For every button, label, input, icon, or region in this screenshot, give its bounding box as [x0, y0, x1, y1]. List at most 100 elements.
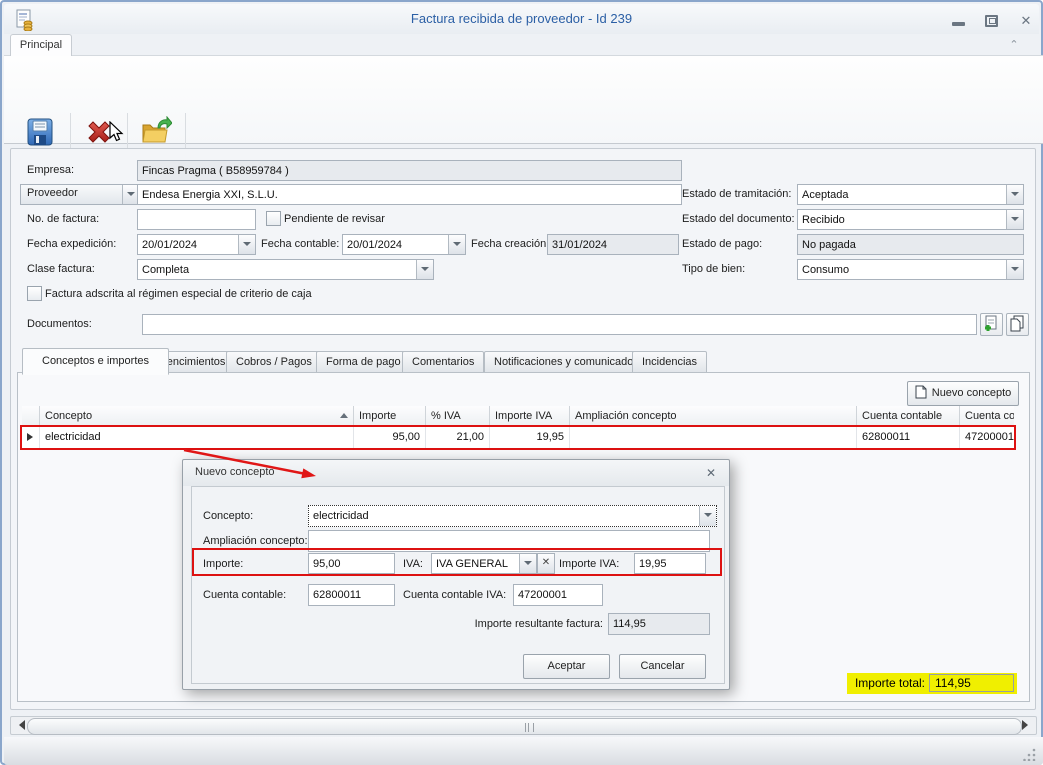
- regimen-caja-checkbox[interactable]: [27, 286, 42, 301]
- fecha-contable-label: Fecha contable:: [261, 238, 339, 250]
- clase-factura-field[interactable]: [137, 259, 434, 280]
- window-title: Factura recibida de proveedor - Id 239: [4, 4, 1039, 34]
- status-bar: [4, 737, 1043, 765]
- dlg-cuenta-field[interactable]: [308, 584, 395, 606]
- dlg-ampliacion-field[interactable]: [308, 530, 710, 552]
- estado-pago-label: Estado de pago:: [682, 238, 762, 250]
- grid-header-importe[interactable]: Importe: [354, 406, 426, 427]
- nuevo-concepto-dialog: Nuevo concepto ✕ Concepto: Ampliación co…: [182, 459, 730, 690]
- dialog-close-icon[interactable]: ✕: [703, 465, 719, 481]
- cell-cuenta-contable-iva[interactable]: 47200001: [960, 427, 1014, 448]
- no-factura-label: No. de factura:: [27, 213, 99, 225]
- close-window-icon[interactable]: ✕: [1017, 12, 1035, 30]
- cell-importe[interactable]: 95,00: [354, 427, 426, 448]
- tipo-bien-label: Tipo de bien:: [682, 263, 745, 275]
- add-document-button[interactable]: [980, 313, 1003, 336]
- ribbon-tab-principal[interactable]: Principal: [10, 34, 72, 56]
- aceptar-button[interactable]: Aceptar: [523, 654, 610, 679]
- ribbon-toolbar: Guardar y cerrar Eliminar: [4, 55, 1043, 144]
- dlg-concepto-dropdown-icon[interactable]: [699, 506, 716, 526]
- importe-total-highlight: Importe total: 114,95: [847, 673, 1017, 694]
- dlg-concepto-label: Concepto:: [203, 510, 253, 522]
- dlg-cuenta-iva-field[interactable]: [513, 584, 603, 606]
- estado-pago-field: [797, 234, 1024, 255]
- clase-factura-dropdown-icon[interactable]: [416, 260, 433, 279]
- grid-header-importe-iva[interactable]: Importe IVA: [490, 406, 570, 427]
- grid-header-concepto[interactable]: Concepto: [40, 406, 354, 427]
- dlg-cuenta-label: Cuenta contable:: [203, 589, 286, 601]
- grid-header-cuenta-contable-iva[interactable]: Cuenta cor: [960, 406, 1014, 427]
- pendiente-label: Pendiente de revisar: [284, 213, 385, 225]
- dlg-iva-label: IVA:: [403, 558, 423, 570]
- sort-ascending-icon: [340, 413, 348, 418]
- fecha-expedicion-dropdown-icon[interactable]: [238, 235, 255, 254]
- estado-documento-label: Estado del documento:: [682, 213, 795, 225]
- title-bar: Factura recibida de proveedor - Id 239 ✕: [4, 4, 1039, 34]
- fecha-contable-dropdown-icon[interactable]: [448, 235, 465, 254]
- dlg-cuenta-iva-label: Cuenta contable IVA:: [403, 589, 506, 601]
- window-scrollbar-thumb[interactable]: [27, 718, 1022, 735]
- dlg-resultante-field: [608, 613, 710, 635]
- importe-total-label: Importe total:: [853, 673, 925, 693]
- empresa-field: [137, 160, 682, 181]
- dlg-importe-field[interactable]: [308, 553, 395, 574]
- estado-documento-dropdown-icon[interactable]: [1006, 210, 1023, 229]
- ribbon-collapse-icon[interactable]: ⌃: [1006, 38, 1022, 52]
- app-window: Factura recibida de proveedor - Id 239 ✕…: [0, 0, 1043, 765]
- cell-cuenta-contable[interactable]: 62800011: [857, 427, 960, 448]
- close-folder-icon: [140, 116, 172, 148]
- copy-document-button[interactable]: [1006, 313, 1029, 336]
- add-document-icon: [981, 314, 1000, 333]
- cell-ampliacion[interactable]: [570, 427, 857, 448]
- cell-iva-pct[interactable]: 21,00: [426, 427, 490, 448]
- grid-header-cuenta-contable[interactable]: Cuenta contable: [857, 406, 960, 427]
- dlg-iva-dropdown-icon[interactable]: [519, 554, 536, 573]
- minimize-icon[interactable]: [952, 22, 965, 26]
- grid-header-ampliacion[interactable]: Ampliación concepto: [570, 406, 857, 427]
- documentos-label: Documentos:: [27, 318, 92, 330]
- cell-concepto[interactable]: electricidad: [40, 427, 354, 448]
- tab-conceptos-e-importes[interactable]: Conceptos e importes: [22, 348, 169, 375]
- grid-header-row: Concepto Importe % IVA Importe IVA Ampli…: [22, 406, 1014, 427]
- dlg-iva-field[interactable]: [431, 553, 537, 574]
- no-factura-field[interactable]: [137, 209, 256, 230]
- fecha-expedicion-field[interactable]: [137, 234, 256, 255]
- empresa-label: Empresa:: [27, 164, 74, 176]
- window-scroll-left-icon[interactable]: [14, 720, 25, 730]
- estado-tramitacion-label: Estado de tramitación:: [682, 188, 791, 200]
- nuevo-concepto-button[interactable]: Nuevo concepto: [907, 381, 1019, 406]
- dlg-concepto-field[interactable]: [308, 505, 717, 527]
- maximize-icon[interactable]: [985, 15, 998, 27]
- cancelar-button[interactable]: Cancelar: [619, 654, 706, 679]
- estado-documento-field[interactable]: [797, 209, 1024, 230]
- estado-tramitacion-field[interactable]: [797, 184, 1024, 205]
- dlg-iva-clear-icon[interactable]: ✕: [537, 553, 555, 574]
- window-horizontal-scrollbar[interactable]: [10, 716, 1037, 735]
- estado-tramitacion-dropdown-icon[interactable]: [1006, 185, 1023, 204]
- proveedor-selector[interactable]: Proveedor: [20, 184, 140, 205]
- grid-data-row[interactable]: electricidad 95,00 21,00 19,95 62800011 …: [22, 427, 1014, 448]
- cell-importe-iva[interactable]: 19,95: [490, 427, 570, 448]
- regimen-caja-label: Factura adscrita al régimen especial de …: [45, 288, 312, 300]
- copy-documents-icon: [1007, 314, 1026, 333]
- documentos-field[interactable]: [142, 314, 977, 335]
- tipo-bien-field[interactable]: [797, 259, 1024, 280]
- dlg-importe-iva-label: Importe IVA:: [559, 558, 619, 570]
- fecha-creacion-label: Fecha creación:: [471, 238, 549, 250]
- fecha-contable-field[interactable]: [342, 234, 466, 255]
- grid-header-indicator: [22, 406, 40, 427]
- window-scroll-right-icon[interactable]: [1022, 720, 1033, 730]
- dlg-importe-label: Importe:: [203, 558, 243, 570]
- dlg-importe-iva-field[interactable]: [634, 553, 706, 574]
- row-indicator-icon: [22, 427, 40, 448]
- invoice-app-icon: [14, 9, 36, 31]
- proveedor-field[interactable]: [137, 184, 682, 205]
- pendiente-checkbox[interactable]: [266, 211, 281, 226]
- dlg-resultante-label: Importe resultante factura:: [433, 618, 603, 630]
- tipo-bien-dropdown-icon[interactable]: [1006, 260, 1023, 279]
- dialog-title: Nuevo concepto: [183, 460, 729, 486]
- mouse-cursor: [108, 121, 128, 143]
- resize-grip-icon[interactable]: [1023, 747, 1037, 761]
- fecha-creacion-field: [547, 234, 679, 255]
- grid-header-iva[interactable]: % IVA: [426, 406, 490, 427]
